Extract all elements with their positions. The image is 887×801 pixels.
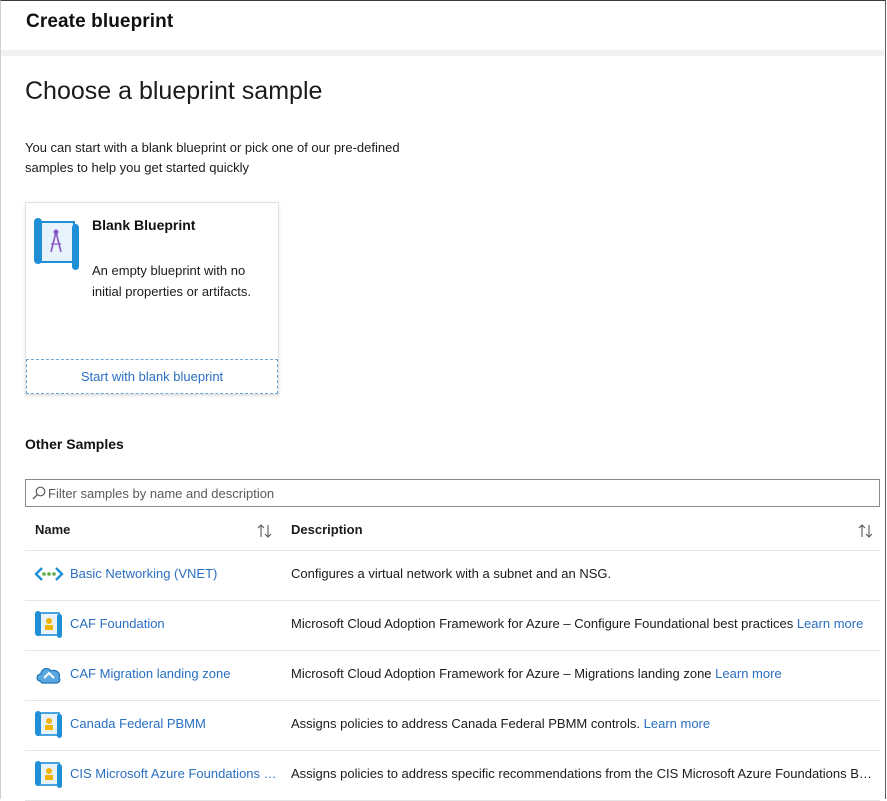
learn-more-link[interactable]: Learn more xyxy=(797,616,863,631)
sample-name-link[interactable]: Canada Federal PBMM xyxy=(70,716,280,731)
blade-header: Create blueprint xyxy=(1,1,884,56)
network-icon xyxy=(34,559,64,589)
blank-blueprint-description: An empty blueprint with no initial prope… xyxy=(92,263,251,299)
page-heading: Choose a blueprint sample xyxy=(25,77,323,105)
learn-more-link[interactable]: Learn more xyxy=(715,666,781,681)
blade-title: Create blueprint xyxy=(26,11,174,32)
sort-description-icon[interactable] xyxy=(858,524,874,538)
sort-name-icon[interactable] xyxy=(257,524,273,538)
blueprint-icon xyxy=(34,759,64,789)
sample-name-link[interactable]: Basic Networking (VNET) xyxy=(70,566,280,581)
column-header-name[interactable]: Name xyxy=(35,522,70,537)
other-samples-heading: Other Samples xyxy=(25,436,124,452)
blank-blueprint-title: Blank Blueprint xyxy=(92,217,196,233)
intro-text: You can start with a blank blueprint or … xyxy=(25,140,400,175)
table-row[interactable]: CAF Migration landing zone Microsoft Clou… xyxy=(25,651,880,701)
search-icon xyxy=(32,486,46,500)
filter-box[interactable] xyxy=(25,479,880,507)
blank-blueprint-card[interactable]: Blank Blueprint An empty blueprint with … xyxy=(25,202,279,395)
table-row[interactable]: CAF Foundation Microsoft Cloud Adoption F… xyxy=(25,601,880,651)
sample-description: Assigns policies to address Canada Feder… xyxy=(291,716,877,731)
filter-samples-input[interactable] xyxy=(48,482,868,504)
grid-header: Name Description xyxy=(25,512,880,551)
column-header-description[interactable]: Description xyxy=(291,522,363,537)
table-row[interactable]: CIS Microsoft Azure Foundations Ben... As… xyxy=(25,751,880,801)
blueprint-icon xyxy=(34,609,64,639)
sample-name-link[interactable]: CIS Microsoft Azure Foundations Ben... xyxy=(70,766,280,781)
sample-description-text: Microsoft Cloud Adoption Framework for A… xyxy=(291,666,712,681)
sample-description: Microsoft Cloud Adoption Framework for A… xyxy=(291,666,877,681)
table-row[interactable]: Basic Networking (VNET) Configures a virt… xyxy=(25,551,880,601)
blueprint-scroll-icon xyxy=(34,218,79,270)
sample-description: Microsoft Cloud Adoption Framework for A… xyxy=(291,616,877,631)
sample-description-text: Microsoft Cloud Adoption Framework for A… xyxy=(291,616,794,631)
blueprint-icon xyxy=(34,709,64,739)
migration-icon xyxy=(34,659,64,689)
sample-name-link[interactable]: CAF Foundation xyxy=(70,616,280,631)
start-with-blank-blueprint-button[interactable]: Start with blank blueprint xyxy=(26,359,278,394)
sample-name-link[interactable]: CAF Migration landing zone xyxy=(70,666,280,681)
sample-description: Assigns policies to address specific rec… xyxy=(291,766,877,781)
learn-more-link[interactable]: Learn more xyxy=(644,716,710,731)
sample-description-text: Assigns policies to address specific rec… xyxy=(291,766,877,781)
samples-grid: Name Description Basic Networking (VNET)… xyxy=(25,512,880,801)
table-row[interactable]: Canada Federal PBMM Assigns policies to a… xyxy=(25,701,880,751)
sample-description: Configures a virtual network with a subn… xyxy=(291,566,877,581)
sample-description-text: Configures a virtual network with a subn… xyxy=(291,566,612,581)
grid-body: Basic Networking (VNET) Configures a virt… xyxy=(25,551,880,801)
sample-description-text: Assigns policies to address Canada Feder… xyxy=(291,716,640,731)
